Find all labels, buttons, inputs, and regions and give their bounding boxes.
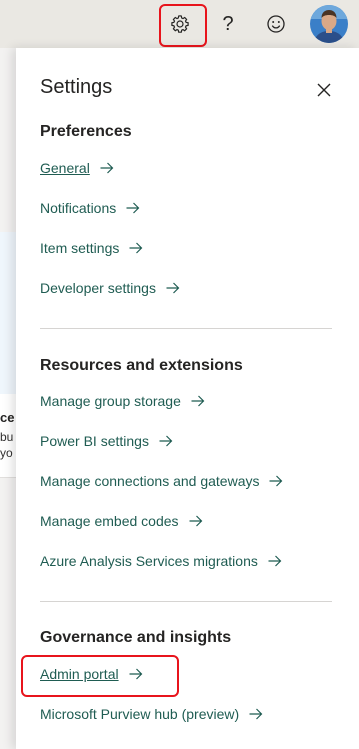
- link-label: Admin portal: [40, 666, 119, 682]
- link-label: Manage connections and gateways: [40, 473, 260, 489]
- link-manage-embed-codes[interactable]: Manage embed codes: [40, 510, 203, 532]
- arrow-right-icon: [166, 282, 180, 294]
- link-label: Developer settings: [40, 280, 156, 296]
- link-label: Item settings: [40, 240, 120, 256]
- background-fragment: yo: [0, 446, 13, 460]
- link-manage-connections[interactable]: Manage connections and gateways: [40, 470, 283, 492]
- avatar[interactable]: [310, 5, 348, 43]
- panel-title: Settings: [40, 76, 113, 98]
- link-label: Power BI settings: [40, 433, 149, 449]
- arrow-right-icon: [129, 668, 143, 680]
- link-item-settings[interactable]: Item settings: [40, 237, 143, 259]
- arrow-right-icon: [268, 555, 282, 567]
- arrow-right-icon: [159, 435, 173, 447]
- link-label: General: [40, 160, 90, 176]
- link-label: Manage group storage: [40, 393, 181, 409]
- gear-icon: [171, 15, 189, 33]
- link-admin-portal[interactable]: Admin portal: [40, 663, 143, 685]
- feedback-button[interactable]: [256, 6, 296, 42]
- link-label: Notifications: [40, 200, 117, 216]
- section-heading-resources: Resources and extensions: [40, 357, 243, 374]
- link-label: Manage embed codes: [40, 513, 179, 529]
- background-page: ce bu yo: [0, 48, 16, 749]
- background-card-banner: [0, 232, 16, 394]
- background-fragment: bu: [0, 430, 14, 444]
- link-notifications[interactable]: Notifications: [40, 197, 140, 219]
- arrow-right-icon: [129, 242, 143, 254]
- arrow-right-icon: [249, 708, 263, 720]
- link-general[interactable]: General: [40, 157, 114, 179]
- background-card: ce bu yo: [0, 232, 16, 478]
- help-icon: ?: [222, 12, 234, 35]
- arrow-right-icon: [126, 202, 140, 214]
- section-heading-preferences: Preferences: [40, 123, 132, 140]
- link-label: Microsoft Purview hub (preview): [40, 706, 240, 722]
- link-microsoft-purview-hub[interactable]: Microsoft Purview hub (preview): [40, 703, 263, 725]
- top-bar: ?: [0, 0, 359, 48]
- background-fragment: ce: [0, 410, 15, 425]
- close-button[interactable]: [312, 78, 336, 102]
- section-divider: [40, 328, 332, 329]
- link-power-bi-settings[interactable]: Power BI settings: [40, 430, 173, 452]
- link-developer-settings[interactable]: Developer settings: [40, 277, 180, 299]
- section-divider: [40, 601, 332, 602]
- smiley-icon: [267, 15, 285, 33]
- user-avatar-icon: [310, 5, 348, 43]
- link-label: Azure Analysis Services migrations: [40, 553, 258, 569]
- arrow-right-icon: [191, 395, 205, 407]
- close-icon: [317, 83, 331, 97]
- arrow-right-icon: [100, 162, 114, 174]
- settings-panel: Settings Preferences General Notificatio…: [16, 48, 359, 749]
- settings-button[interactable]: [160, 6, 200, 42]
- link-manage-group-storage[interactable]: Manage group storage: [40, 390, 205, 412]
- help-button[interactable]: ?: [208, 6, 248, 42]
- section-heading-governance: Governance and insights: [40, 629, 232, 646]
- arrow-right-icon: [269, 475, 283, 487]
- link-azure-analysis-migrations[interactable]: Azure Analysis Services migrations: [40, 550, 282, 572]
- arrow-right-icon: [189, 515, 203, 527]
